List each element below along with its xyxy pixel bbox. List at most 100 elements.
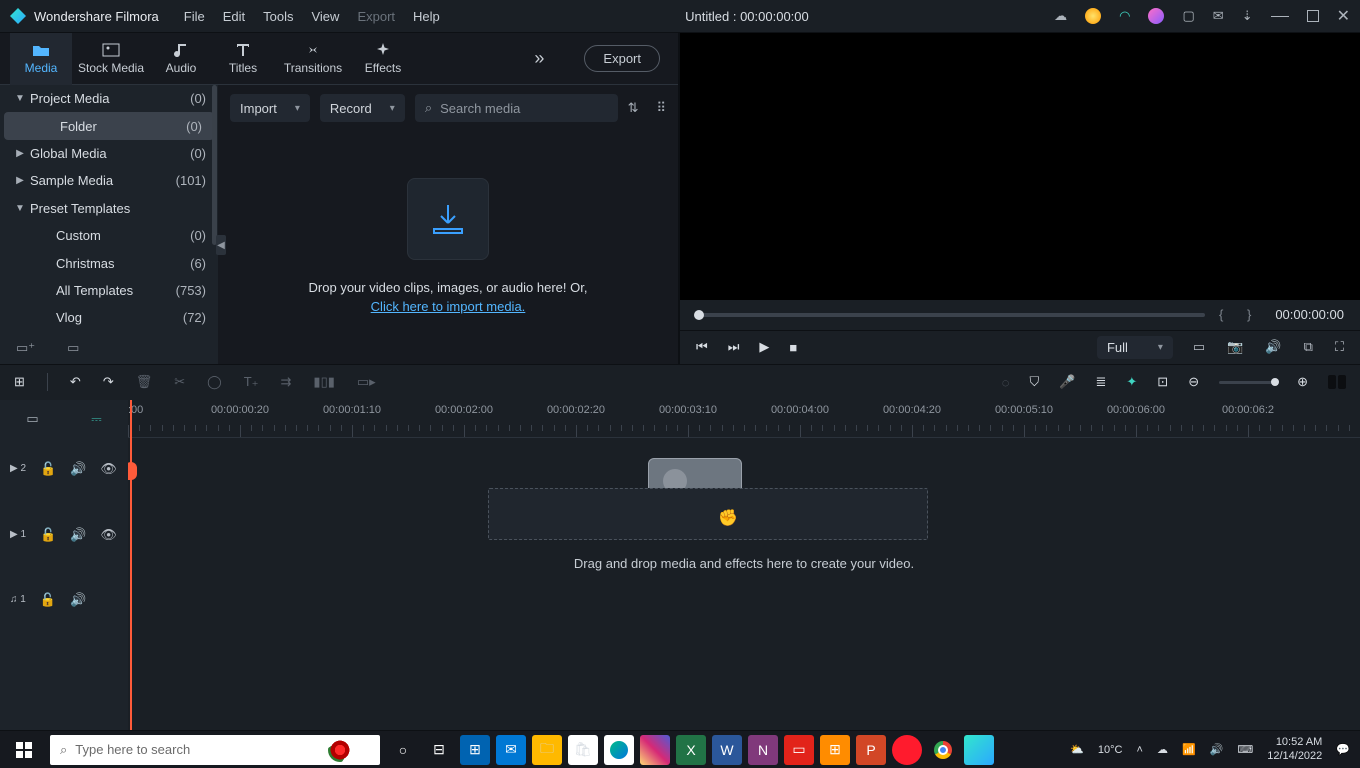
crop-button[interactable]: ◯ — [207, 374, 222, 390]
add-track-icon[interactable]: ⊞ — [14, 374, 25, 390]
in-out-brackets[interactable]: { } — [1219, 307, 1261, 322]
audio-tool-icon[interactable]: ▮▯▮ — [313, 374, 334, 390]
delete-button[interactable]: 🗑 — [136, 374, 153, 390]
quality-dropdown[interactable]: Full ▾ — [1097, 336, 1173, 359]
mixer-icon[interactable]: ≣ — [1095, 374, 1106, 390]
menu-tools[interactable]: Tools — [263, 9, 293, 24]
mute-icon[interactable]: 🔊 — [70, 461, 86, 477]
account-avatar-icon[interactable] — [1148, 8, 1164, 24]
split-button[interactable]: ✂ — [174, 374, 185, 390]
collapse-sidebar-button[interactable]: ◀ — [216, 235, 226, 255]
tray-cloud-icon[interactable]: ☁ — [1157, 743, 1168, 756]
magnet-snap-icon[interactable]: ⎓ — [91, 411, 101, 427]
timeline-body[interactable]: :00:0000:00:00:2000:00:01:1000:00:02:000… — [128, 400, 1360, 731]
taskbar-app-word[interactable]: W — [712, 735, 742, 765]
track-header-audio-1[interactable]: ♫ 1 🔓 🔊 — [0, 570, 128, 630]
fullscreen-icon[interactable]: ⛶ — [1335, 339, 1344, 355]
taskbar-taskview-icon[interactable]: ⊟ — [424, 735, 454, 765]
taskbar-app-2[interactable]: ⊞ — [820, 735, 850, 765]
sidebar-item-sample-media[interactable]: ▶ Sample Media (101) — [0, 167, 218, 194]
tab-titles[interactable]: Titles — [212, 33, 274, 85]
tray-volume-icon[interactable]: 🔊 — [1210, 743, 1224, 756]
sidebar-item-vlog[interactable]: Vlog (72) — [0, 304, 218, 331]
display-icon[interactable]: ▭ — [1193, 339, 1205, 355]
tray-language-icon[interactable]: ⌨ — [1237, 743, 1253, 756]
taskbar-app-powerpoint[interactable]: P — [856, 735, 886, 765]
mute-icon[interactable]: 🔊 — [70, 527, 86, 543]
taskbar-app-widgets[interactable]: ⊞ — [460, 735, 490, 765]
download-icon[interactable]: ⇣ — [1242, 8, 1253, 24]
taskbar-app-store[interactable]: 🛍 — [568, 735, 598, 765]
taskbar-app-opera[interactable] — [892, 735, 922, 765]
play-button[interactable]: ▶ — [759, 339, 769, 355]
taskbar-search[interactable]: ⌕ Type here to search — [50, 735, 380, 765]
headset-support-icon[interactable]: ◠ — [1119, 8, 1130, 24]
taskbar-app-explorer[interactable]: 🗀 — [532, 735, 562, 765]
voiceover-mic-icon[interactable]: 🎤 — [1059, 374, 1075, 390]
tab-media[interactable]: Media — [10, 33, 72, 85]
zoom-out-button[interactable]: ⊖ — [1188, 374, 1199, 390]
tray-notifications-icon[interactable]: 💬 — [1336, 743, 1350, 756]
sidebar-item-christmas[interactable]: Christmas (6) — [0, 249, 218, 276]
timeline-drop-zone[interactable] — [488, 488, 928, 540]
start-button[interactable] — [6, 735, 42, 765]
sidebar-item-global-media[interactable]: ▶ Global Media (0) — [0, 140, 218, 167]
track-header-video-2[interactable]: ▶ 2 🔓 🔊 👁 — [0, 438, 128, 500]
tray-chevron-up-icon[interactable]: ˄ — [1137, 744, 1143, 756]
menu-edit[interactable]: Edit — [223, 9, 245, 24]
window-minimize-button[interactable] — [1271, 16, 1289, 17]
tab-audio[interactable]: Audio — [150, 33, 212, 85]
sidebar-item-all-templates[interactable]: All Templates (753) — [0, 277, 218, 304]
taskbar-cortana-icon[interactable]: ○ — [388, 735, 418, 765]
search-media-input[interactable]: ⌕ Search media — [415, 94, 618, 122]
timeline-ruler[interactable]: :00:0000:00:00:2000:00:01:1000:00:02:000… — [128, 400, 1360, 438]
playhead[interactable] — [130, 400, 132, 731]
new-folder-icon[interactable]: ▭⁺ — [16, 340, 35, 356]
prev-frame-button[interactable]: ⏮ — [696, 339, 708, 355]
video-preview[interactable] — [680, 33, 1360, 300]
folder-open-icon[interactable]: ▭ — [67, 340, 79, 356]
timeline-options-icon[interactable]: ▭ — [26, 411, 38, 427]
menu-file[interactable]: File — [184, 9, 205, 24]
taskbar-app-chrome[interactable] — [928, 735, 958, 765]
taskbar-app-excel[interactable]: X — [676, 735, 706, 765]
mail-icon[interactable]: ✉ — [1213, 8, 1224, 24]
stop-button[interactable]: ■ — [789, 340, 797, 355]
weather-temp[interactable]: 10°C — [1098, 744, 1123, 756]
sidebar-item-preset-templates[interactable]: ▼ Preset Templates — [0, 195, 218, 222]
lock-icon[interactable]: 🔓 — [40, 592, 56, 608]
taskbar-app-onenote[interactable]: N — [748, 735, 778, 765]
menu-view[interactable]: View — [311, 9, 339, 24]
text-tool-icon[interactable]: T₊ — [244, 374, 259, 390]
taskbar-app-instagram[interactable] — [640, 735, 670, 765]
window-maximize-button[interactable] — [1307, 10, 1319, 22]
compare-icon[interactable]: ⧉ — [1304, 339, 1313, 355]
export-button[interactable]: Export — [584, 45, 660, 72]
tab-transitions[interactable]: Transitions — [274, 33, 352, 85]
zoom-fit-icon[interactable] — [1328, 375, 1346, 389]
window-close-button[interactable]: ✕ — [1337, 6, 1350, 26]
render-tool-icon[interactable]: ▭▸ — [357, 374, 376, 390]
menu-help[interactable]: Help — [413, 9, 440, 24]
save-icon[interactable]: ▢ — [1182, 8, 1194, 24]
zoom-in-button[interactable]: ⊕ — [1297, 374, 1308, 390]
import-dropdown[interactable]: Import ▾ — [230, 94, 310, 122]
lock-icon[interactable]: 🔓 — [40, 527, 56, 543]
undo-button[interactable]: ↶ — [70, 374, 81, 390]
weather-icon[interactable]: ⛅ — [1070, 743, 1084, 756]
volume-icon[interactable]: 🔊 — [1265, 339, 1281, 355]
cloud-icon[interactable]: ☁ — [1054, 8, 1067, 24]
speed-tool-icon[interactable]: ⇉ — [281, 374, 292, 390]
next-frame-button[interactable]: ⏭ — [728, 339, 740, 355]
adjust-icon[interactable]: ◌ — [1002, 375, 1010, 390]
visibility-eye-icon[interactable]: 👁 — [100, 461, 117, 477]
tab-stock-media[interactable]: Stock Media — [72, 33, 150, 85]
grid-view-icon[interactable]: ⠿ — [656, 100, 666, 116]
more-tabs-button[interactable]: » — [534, 48, 544, 69]
tray-clock[interactable]: 10:52 AM 12/14/2022 — [1267, 736, 1322, 762]
sidebar-scrollbar[interactable] — [212, 85, 217, 245]
lock-icon[interactable]: 🔓 — [40, 461, 56, 477]
filter-icon[interactable]: ⇅ — [628, 100, 639, 116]
idea-bulb-icon[interactable] — [1085, 8, 1101, 24]
sidebar-item-custom[interactable]: Custom (0) — [0, 222, 218, 249]
